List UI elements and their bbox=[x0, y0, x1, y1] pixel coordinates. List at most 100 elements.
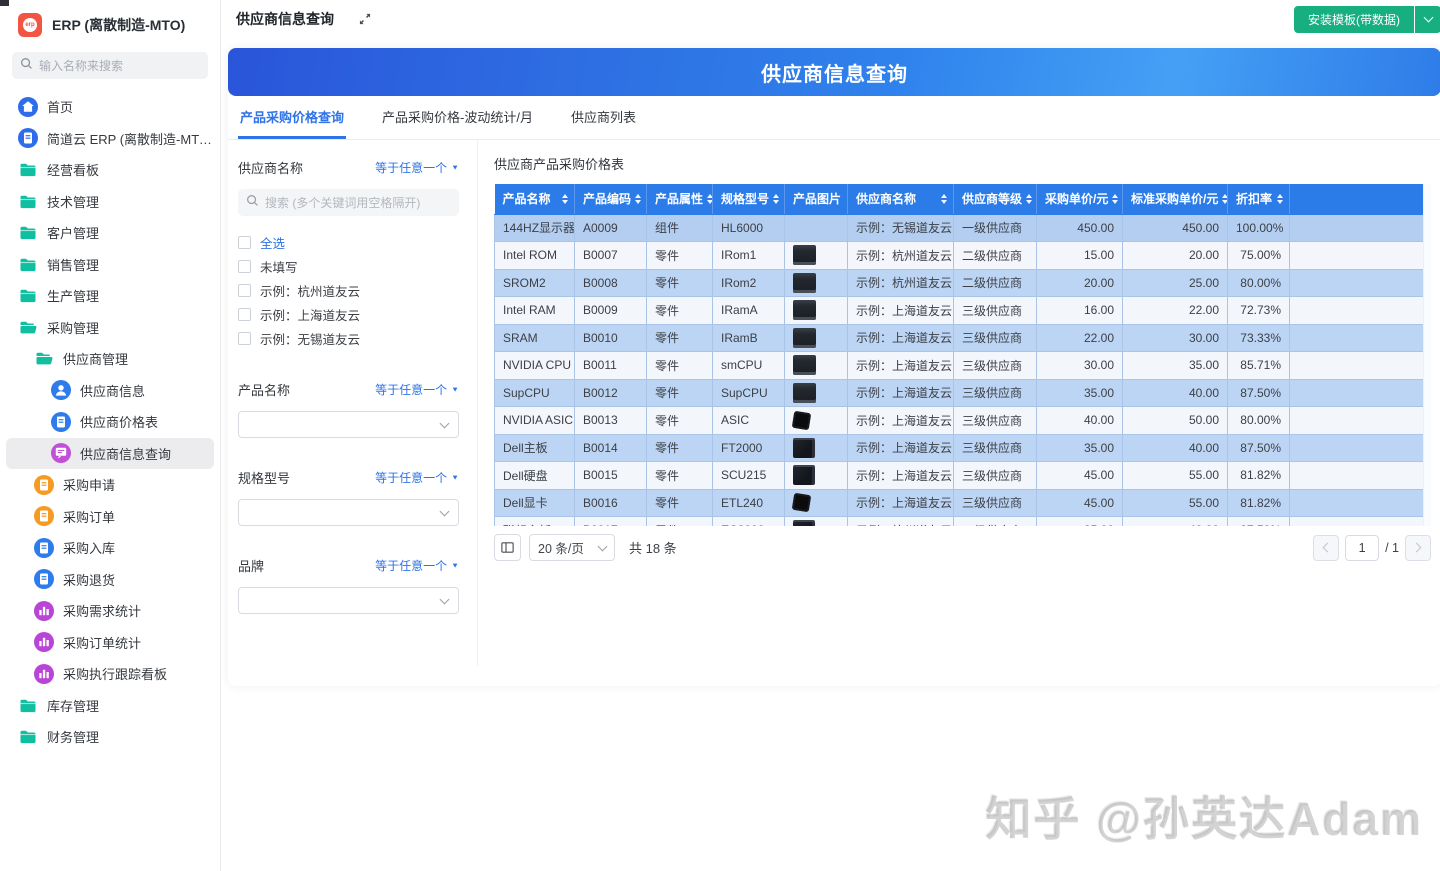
table-row[interactable]: SRAMB0010零件IRamB示例：上海道友云三级供应商22.0030.007… bbox=[495, 324, 1424, 352]
column-settings-button[interactable] bbox=[494, 534, 521, 561]
table-row[interactable]: Dell显卡B0016零件ETL240示例：上海道友云三级供应商45.0055.… bbox=[495, 489, 1424, 517]
product-name-select[interactable] bbox=[238, 411, 459, 438]
tab-supplier-list[interactable]: 供应商列表 bbox=[569, 96, 638, 139]
filter-operator-dropdown[interactable]: 等于任意一个▼ bbox=[375, 557, 459, 574]
checkbox[interactable] bbox=[238, 332, 251, 345]
checkbox-option[interactable]: 示例：杭州道友云 bbox=[238, 278, 459, 302]
sidebar-item[interactable]: 采购申请 bbox=[0, 469, 220, 501]
sidebar-item[interactable]: 经营看板 bbox=[0, 154, 220, 186]
spec-model-select[interactable] bbox=[238, 499, 459, 526]
product-image-thumbnail[interactable] bbox=[793, 245, 816, 265]
next-page-button[interactable] bbox=[1405, 535, 1431, 561]
sidebar-item[interactable]: 简道云 ERP (离散制造-MTO) ... bbox=[0, 123, 220, 155]
product-image-thumbnail[interactable] bbox=[793, 383, 816, 403]
sort-icon[interactable] bbox=[635, 194, 641, 204]
table-row[interactable]: NVIDIA ASICB0013零件ASIC示例：上海道友云三级供应商40.00… bbox=[495, 407, 1424, 435]
sidebar-search-input[interactable] bbox=[39, 59, 189, 73]
sidebar-item[interactable]: 供应商信息查询 bbox=[6, 438, 214, 470]
filter-operator-dropdown[interactable]: 等于任意一个▼ bbox=[375, 381, 459, 398]
product-image-thumbnail[interactable] bbox=[793, 300, 816, 320]
sidebar-item[interactable]: 采购需求统计 bbox=[0, 595, 220, 627]
sidebar-item[interactable]: 供应商价格表 bbox=[0, 406, 220, 438]
checkbox-option[interactable]: 示例：上海道友云 bbox=[238, 302, 459, 326]
column-header[interactable]: 产品名称 bbox=[495, 184, 575, 214]
product-image-thumbnail[interactable] bbox=[793, 328, 816, 348]
product-image-thumbnail[interactable] bbox=[792, 411, 811, 430]
sidebar-item[interactable]: 采购管理 bbox=[0, 312, 220, 344]
column-header[interactable]: 供应商等级 bbox=[954, 184, 1037, 214]
brand-select[interactable] bbox=[238, 587, 459, 614]
table-row[interactable]: 144HZ显示器A0009组件HL6000示例：无锡道友云一级供应商450.00… bbox=[495, 214, 1424, 242]
supplier-search-box[interactable] bbox=[238, 189, 459, 216]
table-row[interactable]: Intel RAMB0009零件IRamA示例：上海道友云三级供应商16.002… bbox=[495, 297, 1424, 325]
checkbox[interactable] bbox=[238, 308, 251, 321]
prev-page-button[interactable] bbox=[1313, 535, 1339, 561]
sort-icon[interactable] bbox=[1112, 194, 1118, 204]
table-row[interactable]: SROM2B0008零件IRom2示例：杭州道友云二级供应商20.0025.00… bbox=[495, 269, 1424, 297]
sort-icon[interactable] bbox=[1277, 194, 1283, 204]
checkbox-option[interactable]: 示例：无锡道友云 bbox=[238, 326, 459, 350]
product-image-thumbnail[interactable] bbox=[793, 520, 815, 526]
column-header[interactable]: 采购单价/元 bbox=[1037, 184, 1123, 214]
sidebar-item[interactable]: 生产管理 bbox=[0, 280, 220, 312]
checkbox[interactable] bbox=[238, 236, 251, 249]
checkbox[interactable] bbox=[238, 260, 251, 273]
supplier-search-input[interactable] bbox=[265, 196, 451, 210]
install-dropdown-button[interactable] bbox=[1415, 6, 1440, 33]
table-row[interactable]: NVIDIA CPUB0011零件smCPU示例：上海道友云三级供应商30.00… bbox=[495, 352, 1424, 380]
fullscreen-expand-icon[interactable] bbox=[358, 12, 372, 26]
table-cell: 450.00 bbox=[1123, 214, 1228, 242]
column-header[interactable]: 产品编码 bbox=[575, 184, 647, 214]
sidebar-item[interactable]: 首页 bbox=[0, 91, 220, 123]
column-header[interactable]: 产品属性 bbox=[647, 184, 713, 214]
table-cell: 三级供应商 bbox=[954, 324, 1037, 352]
table-row[interactable]: SupCPUB0012零件SupCPU示例：上海道友云三级供应商35.0040.… bbox=[495, 379, 1424, 407]
sidebar-item[interactable]: 采购入库 bbox=[0, 532, 220, 564]
page-number-input[interactable] bbox=[1345, 535, 1379, 561]
column-header[interactable]: 供应商名称 bbox=[848, 184, 954, 214]
tab-product-purchase-price-query[interactable]: 产品采购价格查询 bbox=[238, 96, 346, 139]
page-size-select[interactable]: 20 条/页 bbox=[529, 534, 615, 561]
table-cell: 144HZ显示器 bbox=[495, 214, 575, 242]
sidebar-item[interactable]: 供应商管理 bbox=[0, 343, 220, 375]
table-row[interactable]: 联想主板B0017零件EC2000示例：杭州道友云三级供应商35.0040.00… bbox=[495, 517, 1424, 527]
sidebar-item[interactable]: 采购订单统计 bbox=[0, 627, 220, 659]
sort-icon[interactable] bbox=[562, 194, 568, 204]
filter-operator-dropdown[interactable]: 等于任意一个▼ bbox=[375, 159, 459, 176]
filter-operator-dropdown[interactable]: 等于任意一个▼ bbox=[375, 469, 459, 486]
sort-icon[interactable] bbox=[773, 194, 779, 204]
column-header[interactable]: 规格型号 bbox=[713, 184, 785, 214]
sidebar-item[interactable]: 客户管理 bbox=[0, 217, 220, 249]
column-header[interactable]: 标准采购单价/元 bbox=[1123, 184, 1228, 214]
install-template-button[interactable]: 安装模板(带数据) bbox=[1294, 6, 1440, 33]
table-row[interactable]: Intel ROMB0007零件IRom1示例：杭州道友云二级供应商15.002… bbox=[495, 242, 1424, 270]
product-image-thumbnail[interactable] bbox=[793, 355, 816, 375]
sidebar-item[interactable]: 技术管理 bbox=[0, 186, 220, 218]
column-header: 产品图片 bbox=[785, 184, 848, 214]
sort-icon[interactable] bbox=[1026, 194, 1032, 204]
sidebar-item[interactable]: 库存管理 bbox=[0, 690, 220, 722]
sidebar-search[interactable] bbox=[12, 52, 208, 79]
column-header[interactable]: 折扣率 bbox=[1228, 184, 1290, 214]
checkbox-option[interactable]: 未填写 bbox=[238, 254, 459, 278]
vertical-scrollbar[interactable] bbox=[1423, 184, 1431, 526]
product-image-thumbnail[interactable] bbox=[793, 273, 816, 293]
sidebar-item[interactable]: 财务管理 bbox=[0, 721, 220, 753]
tab-price-fluctuation-monthly[interactable]: 产品采购价格-波动统计/月 bbox=[380, 96, 535, 139]
table-row[interactable]: Dell硬盘B0015零件SCU215示例：上海道友云三级供应商45.0055.… bbox=[495, 462, 1424, 490]
sidebar-item[interactable]: 销售管理 bbox=[0, 249, 220, 281]
product-image-thumbnail[interactable] bbox=[792, 493, 811, 512]
sort-icon[interactable] bbox=[941, 194, 947, 204]
sidebar-item[interactable]: 采购订单 bbox=[0, 501, 220, 533]
sidebar-item[interactable]: 供应商信息 bbox=[0, 375, 220, 407]
product-image-thumbnail[interactable] bbox=[793, 438, 815, 458]
sort-icon[interactable] bbox=[1222, 194, 1227, 204]
sidebar-item[interactable]: 采购退货 bbox=[0, 564, 220, 596]
sort-icon[interactable] bbox=[707, 194, 712, 204]
install-template-label[interactable]: 安装模板(带数据) bbox=[1294, 6, 1414, 33]
checkbox-option[interactable]: 全选 bbox=[238, 230, 459, 254]
table-row[interactable]: Dell主板B0014零件FT2000示例：上海道友云三级供应商35.0040.… bbox=[495, 434, 1424, 462]
product-image-thumbnail[interactable] bbox=[793, 465, 815, 485]
sidebar-item[interactable]: 采购执行跟踪看板 bbox=[0, 658, 220, 690]
checkbox[interactable] bbox=[238, 284, 251, 297]
